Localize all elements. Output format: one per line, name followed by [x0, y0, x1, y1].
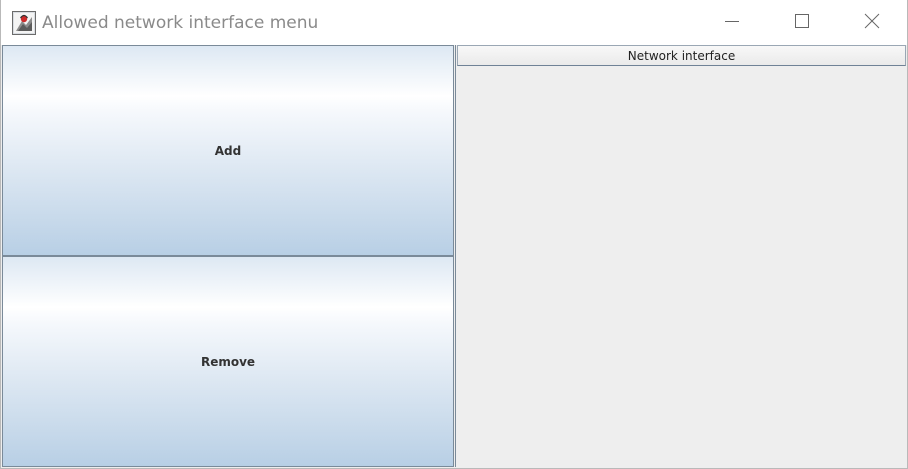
maximize-button[interactable]: [779, 0, 825, 45]
add-button[interactable]: Add: [2, 45, 454, 256]
app-window: Allowed network interface menu Add Remov…: [0, 0, 908, 469]
maximize-icon: [794, 13, 810, 33]
column-header-label: Network interface: [627, 48, 736, 63]
title-bar[interactable]: Allowed network interface menu: [1, 0, 907, 46]
table-body[interactable]: [457, 66, 906, 466]
remove-button-label: Remove: [200, 354, 256, 369]
column-header-network-interface[interactable]: Network interface: [457, 45, 906, 66]
window-title: Allowed network interface menu: [42, 13, 319, 33]
minimize-icon: [724, 13, 740, 33]
close-icon: [864, 13, 880, 33]
add-button-label: Add: [214, 143, 242, 158]
network-interface-table[interactable]: Network interface: [455, 45, 907, 467]
minimize-button[interactable]: [709, 0, 755, 45]
remove-button[interactable]: Remove: [2, 256, 454, 467]
close-button[interactable]: [849, 0, 895, 45]
content-area: Add Remove Network interface: [1, 45, 907, 468]
java-app-icon[interactable]: [12, 11, 36, 35]
